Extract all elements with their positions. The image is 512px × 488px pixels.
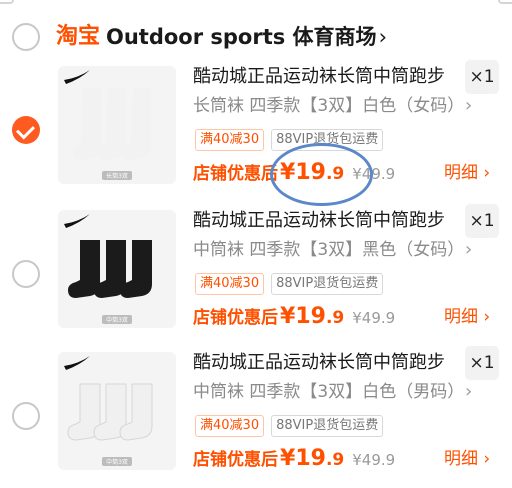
product-thumbnail[interactable]: 中筒3双 [58,210,176,328]
product-title[interactable]: 酷动城正品运动袜长筒中筒跑步 [193,350,445,376]
thumb-caption: 中筒3双 [106,458,128,466]
discount-tag: 满40减30 [195,273,265,295]
sku-selector[interactable]: 中筒袜 四季款【3双】白色（男码） [193,379,464,405]
price-row: 店铺优惠后¥19.9 ¥49.9 [193,302,395,333]
chevron-right-icon: › [465,95,473,116]
shop-name-link[interactable]: Outdoor sports 体育商场› [106,23,387,51]
price-decimal: .9 [325,450,345,470]
price-decimal: .9 [325,308,345,328]
product-title[interactable]: 酷动城正品运动袜长筒中筒跑步 [193,208,445,234]
quantity-badge[interactable]: ×1 [465,346,499,380]
discount-tag: 满40减30 [195,415,265,437]
price-row: 店铺优惠后¥19.9 ¥49.9 [193,158,395,189]
product-title[interactable]: 酷动城正品运动袜长筒中筒跑步 [193,64,445,90]
cart-item: 中筒3双 酷动城正品运动袜长筒中筒跑步 ×1 中筒袜 四季款【3双】黑色（女码）… [0,204,512,340]
sku-selector[interactable]: 中筒袜 四季款【3双】黑色（女码） [193,237,464,263]
sock-image-icon: 中筒3双 [64,214,152,324]
top-left-corner [0,0,14,4]
shop-header[interactable]: 淘宝 Outdoor sports 体育商场› [0,16,512,58]
price-currency: ¥ [280,304,296,329]
vip-return-tag: 88VIP退货包运费 [271,415,384,437]
price-integer: 19 [295,304,326,329]
taobao-logo: 淘宝 [56,24,101,49]
price-detail-link[interactable]: 明细 › [444,158,490,188]
promo-tags: 满40减30 88VIP退货包运费 [195,415,384,437]
original-price: ¥49.9 [352,309,396,327]
top-right-corner [498,0,512,4]
price-currency: ¥ [280,160,296,185]
thumb-caption: 中筒3双 [106,316,128,324]
price-label: 店铺优惠后 [193,308,278,328]
price-detail-link[interactable]: 明细 › [444,444,490,474]
chevron-right-icon: › [465,239,473,260]
cart-item: 长筒3双 酷动城正品运动袜长筒中筒跑步 ×1 长筒袜 四季款【3双】白色（女码）… [0,60,512,196]
original-price: ¥49.9 [352,451,396,469]
quantity-badge[interactable]: ×1 [465,60,499,94]
sock-image-icon: 中筒3双 [64,356,153,466]
original-price: ¥49.9 [352,165,396,183]
item-select-radio[interactable] [12,402,40,430]
product-thumbnail[interactable]: 长筒3双 [58,66,176,184]
promo-tags: 满40减30 88VIP退货包运费 [195,129,384,151]
sock-image-icon: 长筒3双 [64,70,151,180]
price-row: 店铺优惠后¥19.9 ¥49.9 [193,444,395,475]
price-label: 店铺优惠后 [193,164,278,184]
item-select-radio[interactable] [12,116,40,144]
top-edge [0,0,512,10]
promo-tags: 满40减30 88VIP退货包运费 [195,273,384,295]
chevron-right-icon: › [378,25,387,49]
product-thumbnail[interactable]: 中筒3双 [58,352,176,470]
thumb-caption: 长筒3双 [106,172,128,180]
quantity-badge[interactable]: ×1 [465,204,499,238]
price-decimal: .9 [325,164,345,184]
item-select-radio[interactable] [12,260,40,288]
chevron-right-icon: › [465,381,473,402]
vip-return-tag: 88VIP退货包运费 [271,129,384,151]
sku-selector[interactable]: 长筒袜 四季款【3双】白色（女码） [193,93,464,119]
shop-select-radio[interactable] [12,23,40,51]
price-detail-link[interactable]: 明细 › [444,302,490,332]
discount-tag: 满40减30 [195,129,265,151]
price-label: 店铺优惠后 [193,450,278,470]
vip-return-tag: 88VIP退货包运费 [271,273,384,295]
price-currency: ¥ [280,446,296,471]
cart-item: 中筒3双 酷动城正品运动袜长筒中筒跑步 ×1 中筒袜 四季款【3双】白色（男码）… [0,346,512,482]
shop-name-text: Outdoor sports 体育商场 [106,25,377,49]
price-integer: 19 [295,446,326,471]
price-integer: 19 [295,160,326,185]
